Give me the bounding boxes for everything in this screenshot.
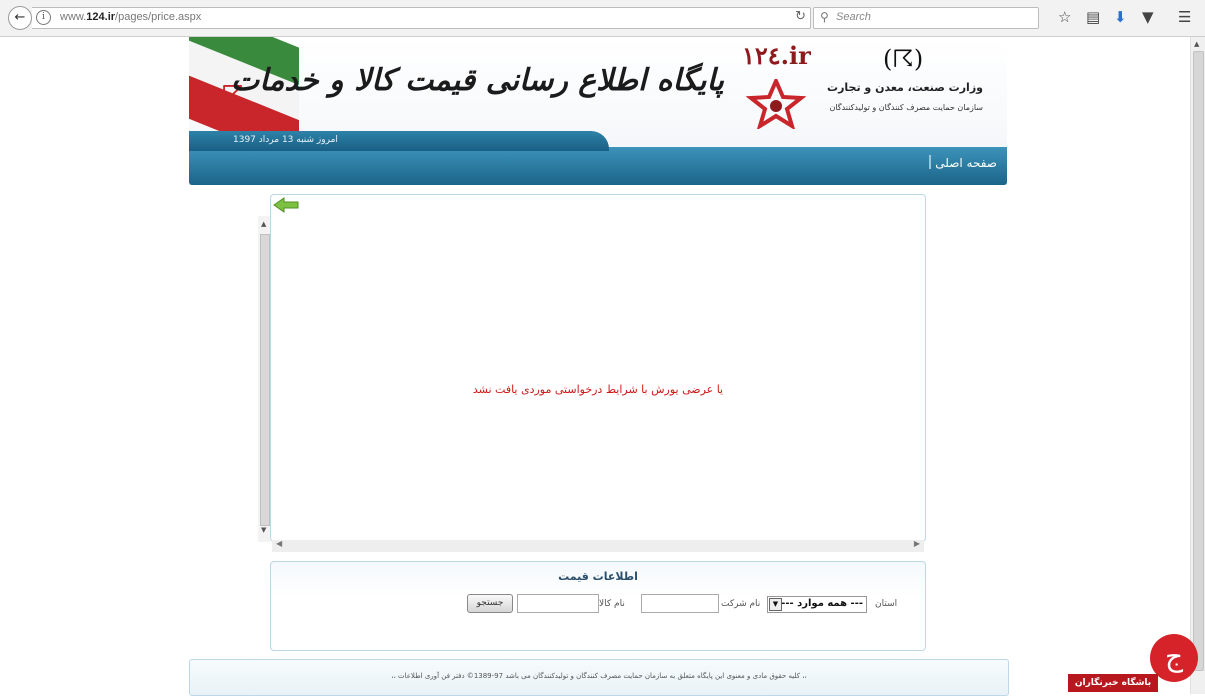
company-label: نام شرکت xyxy=(721,599,761,609)
organization-name: سازمان حمایت مصرف کنندگان و تولیدکنندگان xyxy=(829,103,983,112)
browser-toolbar: ← i www.124.ir/pages/price.aspx ↻ ⚲ Sear… xyxy=(0,0,1205,37)
url-text: www.124.ir/pages/price.aspx xyxy=(60,11,202,23)
nav-home-link[interactable]: صفحه اصلی xyxy=(935,156,997,170)
copyright-text: ،، کلیه حقوق مادی و معنوی این پایگاه متع… xyxy=(391,672,807,680)
browser-search-input[interactable]: ⚲ Search xyxy=(813,7,1039,29)
star-logo-icon xyxy=(746,79,806,129)
scroll-left-icon[interactable]: ◀ xyxy=(276,539,282,548)
results-scroll-up-icon[interactable]: ▲ xyxy=(261,220,266,228)
back-arrow-icon[interactable]: ← xyxy=(8,6,32,30)
search-icon: ⚲ xyxy=(820,10,829,24)
info-icon[interactable]: i xyxy=(36,10,51,25)
iran-emblem-icon: (☈) xyxy=(883,45,924,73)
pocket-icon[interactable]: ▼ xyxy=(1142,8,1154,26)
url-bar[interactable]: i www.124.ir/pages/price.aspx ↻ xyxy=(32,7,811,29)
reload-icon[interactable]: ↻ xyxy=(795,9,806,24)
scroll-right-icon[interactable]: ▶ xyxy=(914,539,920,548)
price-search-panel: اطلاعات قیمت استان --- همه موارد --- ▼ ن… xyxy=(270,561,926,651)
province-select[interactable]: --- همه موارد --- ▼ xyxy=(767,596,867,613)
page-scrollbar[interactable]: ▲ xyxy=(1190,37,1205,694)
reading-list-icon[interactable]: ▤ xyxy=(1086,8,1100,26)
scroll-up-icon[interactable]: ▲ xyxy=(1194,40,1199,48)
province-label: استان xyxy=(875,599,898,609)
search-button[interactable]: جستجو xyxy=(467,594,513,613)
scrollbar-thumb[interactable] xyxy=(1193,51,1204,671)
results-panel: یا عرضی یورش با شرایط درخواستی موردی یاف… xyxy=(270,194,926,542)
results-vertical-scrollbar[interactable]: ▲ ▼ xyxy=(258,216,270,542)
download-icon[interactable]: ⬇ xyxy=(1114,8,1127,26)
bookmark-star-icon[interactable]: ☆ xyxy=(1058,8,1071,26)
back-arrow-icon[interactable] xyxy=(273,197,299,213)
site-logo-text: ۱۲٤.ir xyxy=(742,41,811,70)
search-panel-title: اطلاعات قیمت xyxy=(558,570,638,583)
main-nav-bar: صفحه اصلی xyxy=(189,147,1007,185)
ministry-name: وزارت صنعت، معدن و تجارت xyxy=(827,81,983,94)
chevron-down-icon[interactable]: ▼ xyxy=(769,598,782,611)
nav-separator xyxy=(929,155,931,169)
company-name-input[interactable] xyxy=(641,594,719,613)
results-horizontal-scrollbar[interactable]: ◀ ▶ xyxy=(272,539,924,552)
search-placeholder: Search xyxy=(836,11,871,23)
province-select-value: --- همه موارد --- xyxy=(781,598,863,609)
results-scroll-down-icon[interactable]: ▼ xyxy=(261,526,266,534)
no-results-message: یا عرضی یورش با شرایط درخواستی موردی یاف… xyxy=(472,383,724,396)
product-name-input[interactable] xyxy=(517,594,599,613)
current-date: امروز شنبه 13 مرداد 1397 xyxy=(233,135,338,145)
date-strip: امروز شنبه 13 مرداد 1397 xyxy=(189,131,609,151)
site-title: پایگاه اطلاع رسانی قیمت کالا و خدمات xyxy=(230,63,724,98)
watermark-label: باشگاه خبرنگاران xyxy=(1068,674,1158,692)
site-banner: ☈ پایگاه اطلاع رسانی قیمت کالا و خدمات ۱… xyxy=(189,37,1007,185)
menu-icon[interactable]: ☰ xyxy=(1178,8,1191,26)
results-scrollbar-thumb[interactable] xyxy=(260,234,270,526)
site-footer: ،، کلیه حقوق مادی و معنوی این پایگاه متع… xyxy=(189,659,1009,696)
product-label: نام کالا xyxy=(599,599,625,609)
